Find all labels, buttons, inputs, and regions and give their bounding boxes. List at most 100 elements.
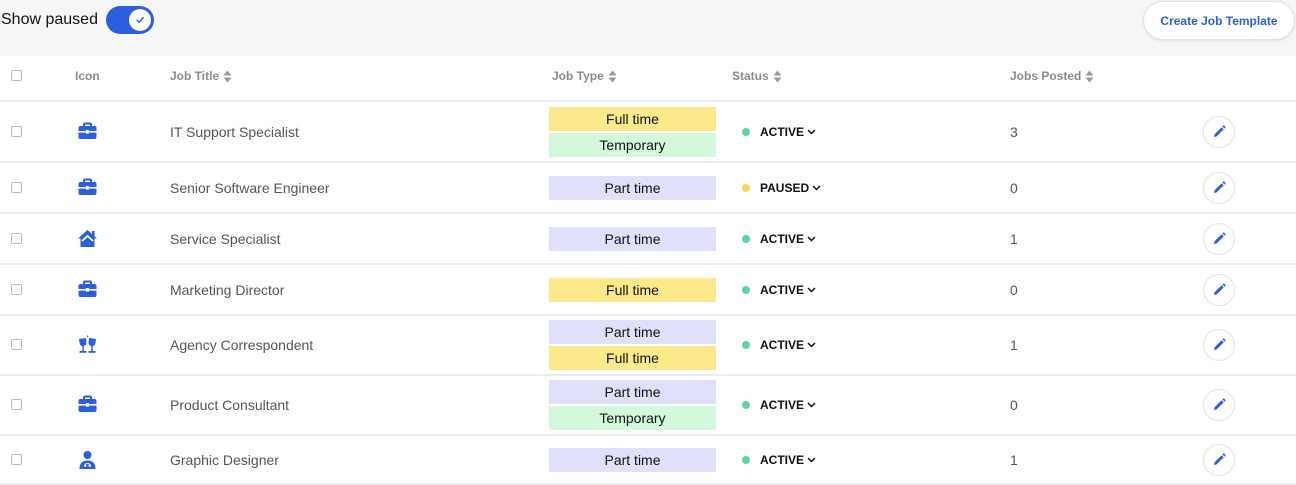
briefcase-icon bbox=[77, 178, 98, 198]
status-dropdown[interactable]: ACTIVE bbox=[742, 338, 816, 352]
job-type-badge: Full time bbox=[549, 346, 716, 370]
job-type-list: Part time Temporary bbox=[549, 380, 716, 430]
status-dropdown[interactable]: ACTIVE bbox=[742, 125, 816, 139]
edit-button[interactable] bbox=[1203, 443, 1235, 476]
status-label: ACTIVE bbox=[760, 282, 805, 297]
table-row[interactable]: Agency Correspondent Part time Full time AC… bbox=[0, 316, 1296, 376]
job-type-list: Full time Temporary bbox=[549, 106, 716, 157]
row-checkbox[interactable] bbox=[11, 339, 22, 350]
briefcase-icon bbox=[77, 395, 98, 415]
edit-button[interactable] bbox=[1203, 115, 1235, 148]
jobs-posted-count: 0 bbox=[1010, 397, 1018, 413]
check-icon bbox=[129, 9, 151, 31]
job-title: Product Consultant bbox=[170, 397, 290, 413]
header-job-title-label: Job Title bbox=[170, 69, 220, 83]
briefcase-icon bbox=[77, 280, 98, 300]
jobs-posted-count: 3 bbox=[1010, 123, 1018, 140]
house-icon bbox=[77, 229, 98, 249]
table-row[interactable]: Marketing Director Full time ACTIVE 0 bbox=[0, 265, 1296, 316]
job-type-list: Part time bbox=[549, 226, 716, 251]
header-icon-label: Icon bbox=[75, 69, 100, 83]
job-type-badge: Part time bbox=[549, 175, 716, 200]
table-row[interactable]: Senior Software Engineer Part time PAUSED 0 bbox=[0, 163, 1296, 214]
job-type-badge: Part time bbox=[549, 226, 716, 251]
sort-icon[interactable] bbox=[1085, 70, 1094, 83]
status-dot bbox=[742, 341, 750, 349]
status-label: ACTIVE bbox=[760, 452, 805, 467]
header-job-type[interactable]: Job Type bbox=[552, 69, 617, 83]
table-header: Icon Job Title Job Type Status Jobs Post… bbox=[0, 56, 1296, 102]
job-title: Agency Correspondent bbox=[170, 337, 314, 353]
status-dropdown[interactable]: ACTIVE bbox=[742, 398, 816, 412]
status-dot bbox=[742, 127, 750, 136]
pencil-icon bbox=[1212, 398, 1226, 412]
row-checkbox[interactable] bbox=[11, 181, 22, 193]
status-dropdown[interactable]: ACTIVE bbox=[742, 453, 816, 467]
header-jobs-posted[interactable]: Jobs Posted bbox=[1010, 69, 1094, 83]
header-icon: Icon bbox=[75, 69, 100, 83]
create-job-template-button[interactable]: Create Job Template bbox=[1143, 1, 1295, 40]
status-label: PAUSED bbox=[760, 180, 810, 195]
status-label: ACTIVE bbox=[760, 398, 805, 412]
table-row[interactable]: Graphic Designer Part time ACTIVE 1 bbox=[0, 436, 1296, 485]
job-title: Graphic Designer bbox=[170, 451, 279, 468]
header-jobs-posted-label: Jobs Posted bbox=[1010, 69, 1082, 83]
edit-button[interactable] bbox=[1203, 273, 1235, 306]
row-checkbox[interactable] bbox=[11, 125, 22, 137]
row-checkbox[interactable] bbox=[11, 399, 22, 410]
edit-button[interactable] bbox=[1203, 222, 1235, 255]
job-type-badge: Part time bbox=[549, 320, 716, 344]
glasses-toast-icon bbox=[77, 335, 98, 355]
status-label: ACTIVE bbox=[760, 231, 805, 246]
table-row[interactable]: IT Support Specialist Full time Temporary A… bbox=[0, 102, 1296, 163]
job-title: Service Specialist bbox=[170, 230, 281, 247]
pencil-icon bbox=[1212, 181, 1226, 195]
sort-icon[interactable] bbox=[608, 70, 617, 83]
sort-icon[interactable] bbox=[223, 70, 232, 83]
pencil-icon bbox=[1212, 453, 1226, 467]
header-job-type-label: Job Type bbox=[552, 69, 604, 83]
header-job-title[interactable]: Job Title bbox=[170, 69, 232, 83]
jobs-posted-count: 0 bbox=[1010, 179, 1018, 196]
chevron-down-icon bbox=[807, 286, 816, 293]
status-dot bbox=[742, 401, 750, 409]
status-dropdown[interactable]: ACTIVE bbox=[742, 232, 816, 246]
table-row[interactable]: Service Specialist Part time ACTIVE 1 bbox=[0, 214, 1296, 265]
doctor-icon bbox=[77, 450, 98, 470]
job-type-badge: Temporary bbox=[549, 406, 716, 430]
toolbar: Show paused Create Job Template bbox=[0, 0, 1296, 56]
job-title: Senior Software Engineer bbox=[170, 179, 330, 196]
status-dropdown[interactable]: PAUSED bbox=[742, 181, 821, 195]
row-checkbox[interactable] bbox=[11, 283, 22, 295]
status-label: ACTIVE bbox=[760, 338, 805, 352]
status-dot bbox=[742, 183, 750, 192]
job-type-badge: Full time bbox=[549, 277, 716, 302]
table-row[interactable]: Product Consultant Part time Temporary ACTI… bbox=[0, 376, 1296, 436]
show-paused-toggle[interactable] bbox=[106, 6, 154, 34]
jobs-posted-count: 1 bbox=[1010, 337, 1018, 353]
edit-button[interactable] bbox=[1203, 171, 1235, 204]
chevron-down-icon bbox=[812, 184, 821, 191]
job-title: IT Support Specialist bbox=[170, 123, 299, 140]
status-dropdown[interactable]: ACTIVE bbox=[742, 283, 816, 297]
status-dot bbox=[742, 455, 750, 464]
jobs-posted-count: 1 bbox=[1010, 230, 1018, 247]
select-all-checkbox[interactable] bbox=[11, 70, 22, 81]
sort-icon[interactable] bbox=[773, 70, 782, 83]
chevron-down-icon bbox=[807, 128, 816, 135]
header-status[interactable]: Status bbox=[732, 69, 782, 83]
job-type-badge: Temporary bbox=[549, 132, 716, 157]
job-type-badge: Part time bbox=[549, 380, 716, 404]
job-type-badge: Full time bbox=[549, 106, 716, 131]
job-type-list: Part time bbox=[549, 447, 716, 472]
job-type-list: Part time Full time bbox=[549, 320, 716, 370]
row-checkbox[interactable] bbox=[11, 232, 22, 244]
pencil-icon bbox=[1212, 338, 1226, 352]
row-checkbox[interactable] bbox=[11, 453, 22, 465]
chevron-down-icon bbox=[807, 342, 816, 348]
show-paused-label: Show paused bbox=[1, 11, 98, 28]
edit-button[interactable] bbox=[1203, 329, 1235, 361]
status-dot bbox=[742, 285, 750, 294]
edit-button[interactable] bbox=[1203, 389, 1235, 421]
briefcase-icon bbox=[77, 122, 98, 142]
